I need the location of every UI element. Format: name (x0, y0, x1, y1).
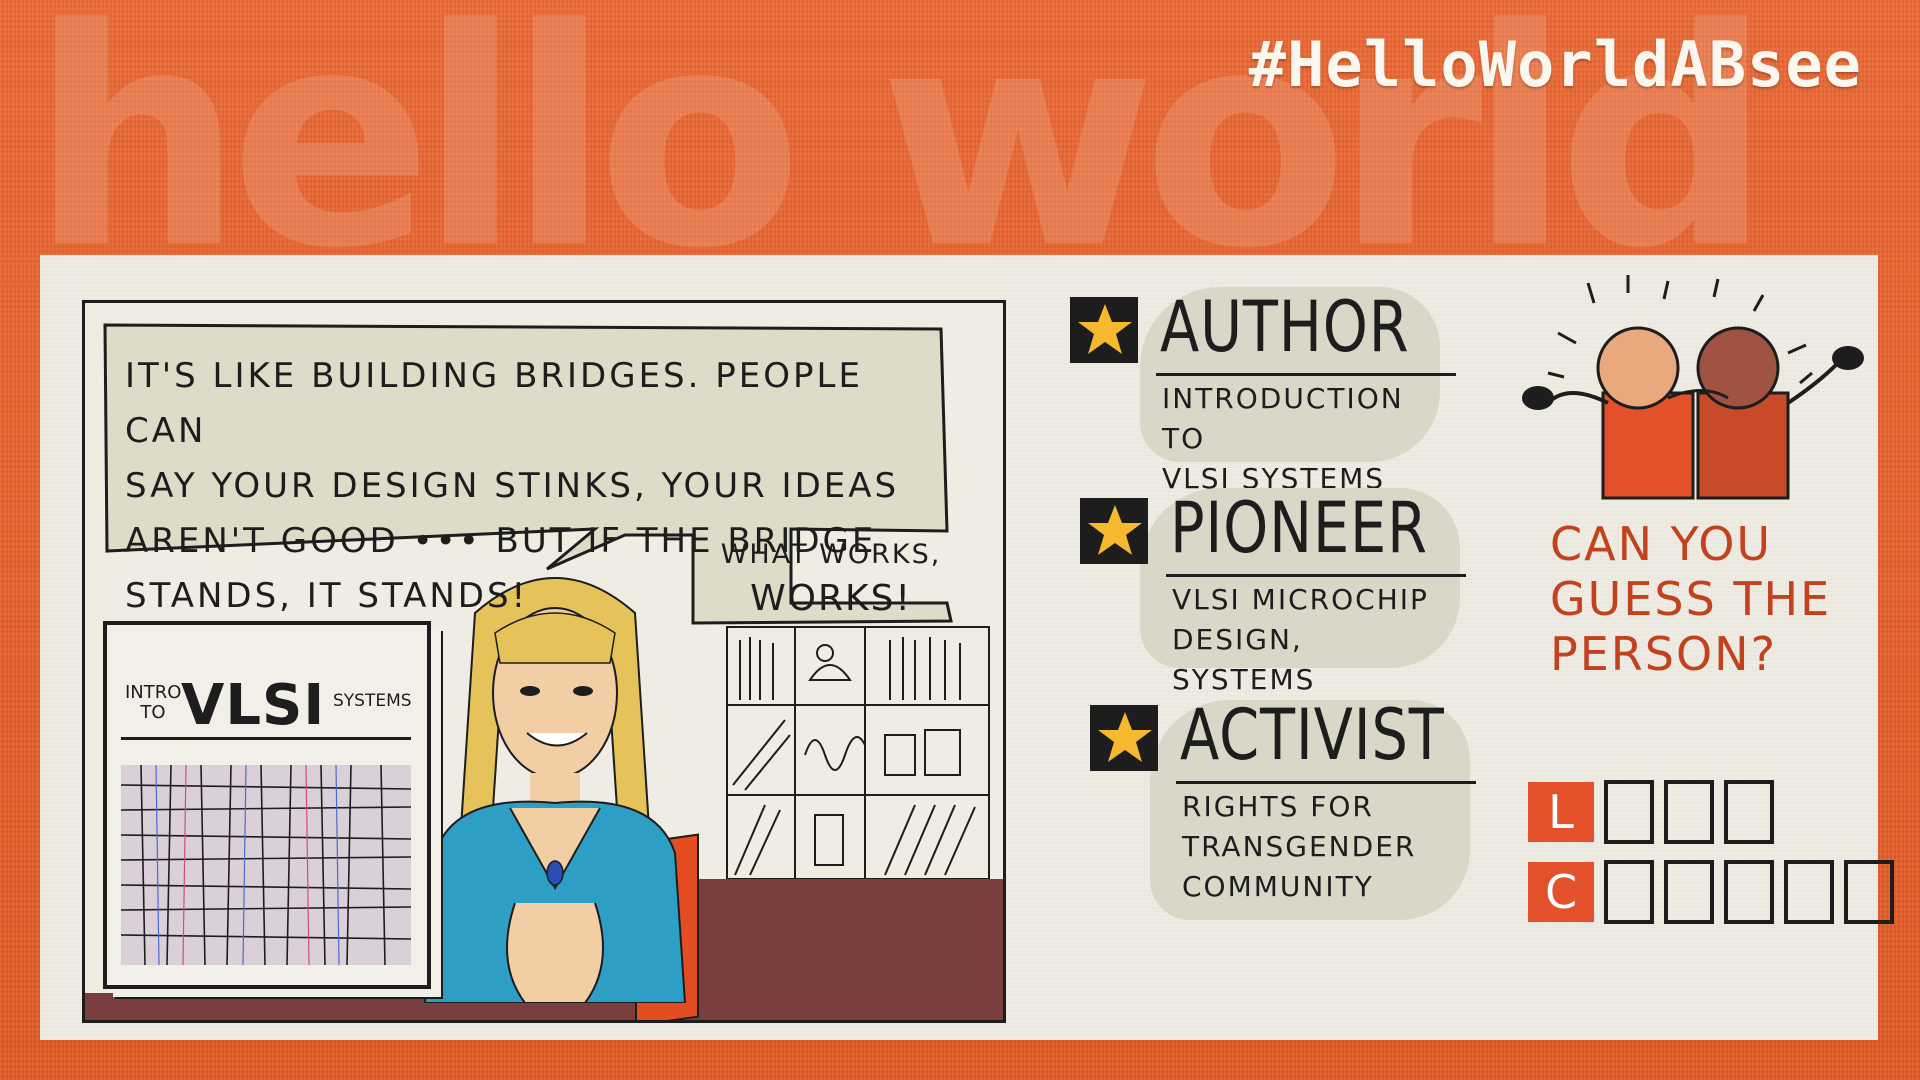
speech-bubble: It's like building bridges. People can s… (101, 321, 959, 641)
role-subtitle: Rights for Transgender community (1182, 787, 1416, 907)
role-subtitle: VLSI microchip design, systems (1172, 580, 1440, 700)
letter-blank[interactable] (1724, 780, 1774, 844)
star-icon (1070, 297, 1138, 363)
letter-blank[interactable] (1604, 860, 1654, 924)
guess-question: Can you guess the person? (1550, 517, 1850, 682)
quote-line: say your design stinks, your ideas (125, 466, 900, 506)
letter-blank[interactable] (1724, 860, 1774, 924)
quote-secondary-small: What works, (720, 539, 942, 570)
last-initial-badge: C (1528, 862, 1594, 922)
guess-line: Can you (1550, 517, 1773, 571)
hashtag: #HelloWorldABsee (1248, 28, 1862, 101)
comic-panel: Intro to VLSI Systems (82, 300, 1006, 1023)
guess-line: guess the (1550, 572, 1832, 626)
last-name-row: C (1528, 860, 1894, 924)
letter-blank[interactable] (1844, 860, 1894, 924)
guess-line: person? (1550, 627, 1777, 681)
letter-blank[interactable] (1604, 780, 1654, 844)
book-cover-grid (121, 765, 411, 965)
role-title: AUTHOR (1160, 286, 1410, 368)
quote-line: It's like building bridges. People can (125, 356, 863, 451)
role-sub-line: Rights for (1182, 790, 1374, 823)
role-title: ACTIVIST (1180, 694, 1445, 776)
illustration-card: Intro to VLSI Systems (40, 255, 1894, 1040)
role-sub-line: design, systems (1172, 623, 1316, 696)
role-sub-line: Introduction to (1162, 382, 1404, 455)
letter-blank[interactable] (1784, 860, 1834, 924)
quote-secondary: What works, works! (711, 533, 951, 621)
role-sub-line: community (1182, 870, 1374, 903)
star-icon (1090, 705, 1158, 771)
star-icon (1080, 498, 1148, 564)
first-name-row: L (1528, 780, 1774, 844)
first-initial-badge: L (1528, 782, 1594, 842)
role-sub-line: VLSI microchip (1172, 583, 1429, 616)
role-sub-line: Transgender (1182, 830, 1417, 863)
letter-blank[interactable] (1664, 860, 1714, 924)
two-figures-icon (1522, 275, 1864, 500)
letter-blank[interactable] (1664, 780, 1714, 844)
quote-secondary-big: works! (750, 578, 912, 619)
role-subtitle: Introduction to VLSI systems (1162, 379, 1430, 499)
role-title: PIONEER (1170, 487, 1428, 569)
